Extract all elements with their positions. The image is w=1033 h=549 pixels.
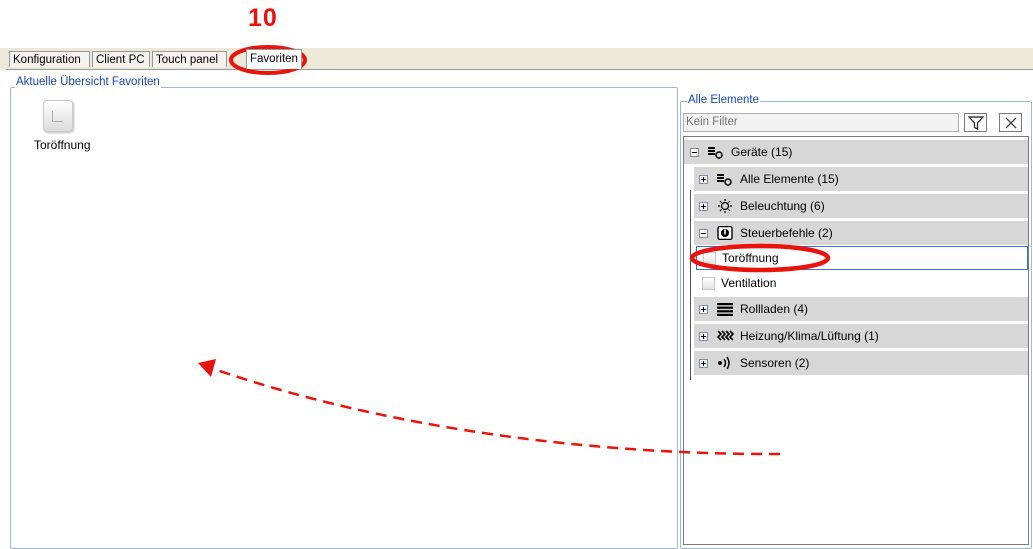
tab-favoriten[interactable]: Favoriten (246, 49, 302, 69)
tree-group-label: Heizung/Klima/Lüftung (1) (740, 329, 879, 343)
filter-input[interactable] (683, 113, 959, 132)
annotation-step-number: 10 (248, 4, 278, 32)
elements-group-title: Alle Elemente (687, 94, 760, 106)
lightbulb-icon (716, 199, 734, 213)
tree-item-label: Ventilation (721, 276, 777, 290)
expand-icon[interactable] (699, 331, 708, 341)
close-icon (1005, 117, 1016, 128)
favorites-groupbox (10, 87, 678, 549)
filter-button[interactable] (964, 113, 987, 132)
tree-group-beleuchtung[interactable]: Beleuchtung (6) (694, 194, 1028, 219)
collapse-icon[interactable] (690, 147, 699, 157)
tree-item-ventilation[interactable]: Ventilation (696, 271, 1028, 295)
tree-group-label: Alle Elemente (15) (740, 172, 839, 186)
expand-icon[interactable] (699, 201, 708, 211)
tab-touch-panel[interactable]: Touch panel (152, 51, 227, 67)
tab-content-border (6, 69, 1033, 70)
devices-icon (707, 145, 725, 159)
favorites-group-title: Aktuelle Übersicht Favoriten (15, 76, 161, 88)
tab-strip: Konfiguration Client PC Touch panel Favo… (0, 48, 1033, 70)
tree-group-sensoren[interactable]: Sensoren (2) (694, 351, 1028, 376)
tree-group-steuerbefehle[interactable]: Steuerbefehle (2) (694, 221, 1028, 246)
tree-root-geraete[interactable]: Geräte (15) (684, 140, 1028, 165)
tree-group-rollladen[interactable]: Rollladen (4) (694, 297, 1028, 322)
tree-group-label: Rollladen (4) (740, 302, 809, 316)
favorite-item-label[interactable]: Toröffnung (34, 138, 91, 152)
expand-icon[interactable] (699, 358, 708, 368)
tab-client-pc[interactable]: Client PC (92, 51, 150, 67)
collapse-icon[interactable] (699, 228, 708, 238)
tree-root-label: Geräte (15) (731, 145, 793, 159)
devices-icon (716, 172, 734, 186)
tree-group-heizung-klima-lueftung[interactable]: Heizung/Klima/Lüftung (1) (694, 324, 1028, 349)
clear-filter-button[interactable] (999, 113, 1022, 132)
favorite-item-icon[interactable] (43, 100, 73, 132)
expand-icon[interactable] (699, 174, 708, 184)
shutter-icon (716, 302, 734, 316)
tree-connector-line (690, 190, 691, 380)
tree-item-label: Toröffnung (722, 251, 779, 265)
device-checkbox-icon (702, 276, 715, 290)
tree-group-label: Beleuchtung (6) (740, 199, 825, 213)
tree-group-label: Steuerbefehle (2) (740, 226, 833, 240)
heating-icon (716, 329, 734, 343)
expand-icon[interactable] (699, 304, 708, 314)
tree-item-toroeffnung[interactable]: Toröffnung (696, 246, 1028, 270)
device-checkbox-icon (703, 251, 716, 265)
power-icon (716, 226, 734, 240)
tree-group-label: Sensoren (2) (740, 356, 810, 370)
tab-konfiguration[interactable]: Konfiguration (9, 51, 90, 67)
sensor-icon (716, 356, 734, 370)
funnel-icon (967, 115, 984, 130)
tree-group-alle-elemente[interactable]: Alle Elemente (15) (694, 167, 1028, 192)
